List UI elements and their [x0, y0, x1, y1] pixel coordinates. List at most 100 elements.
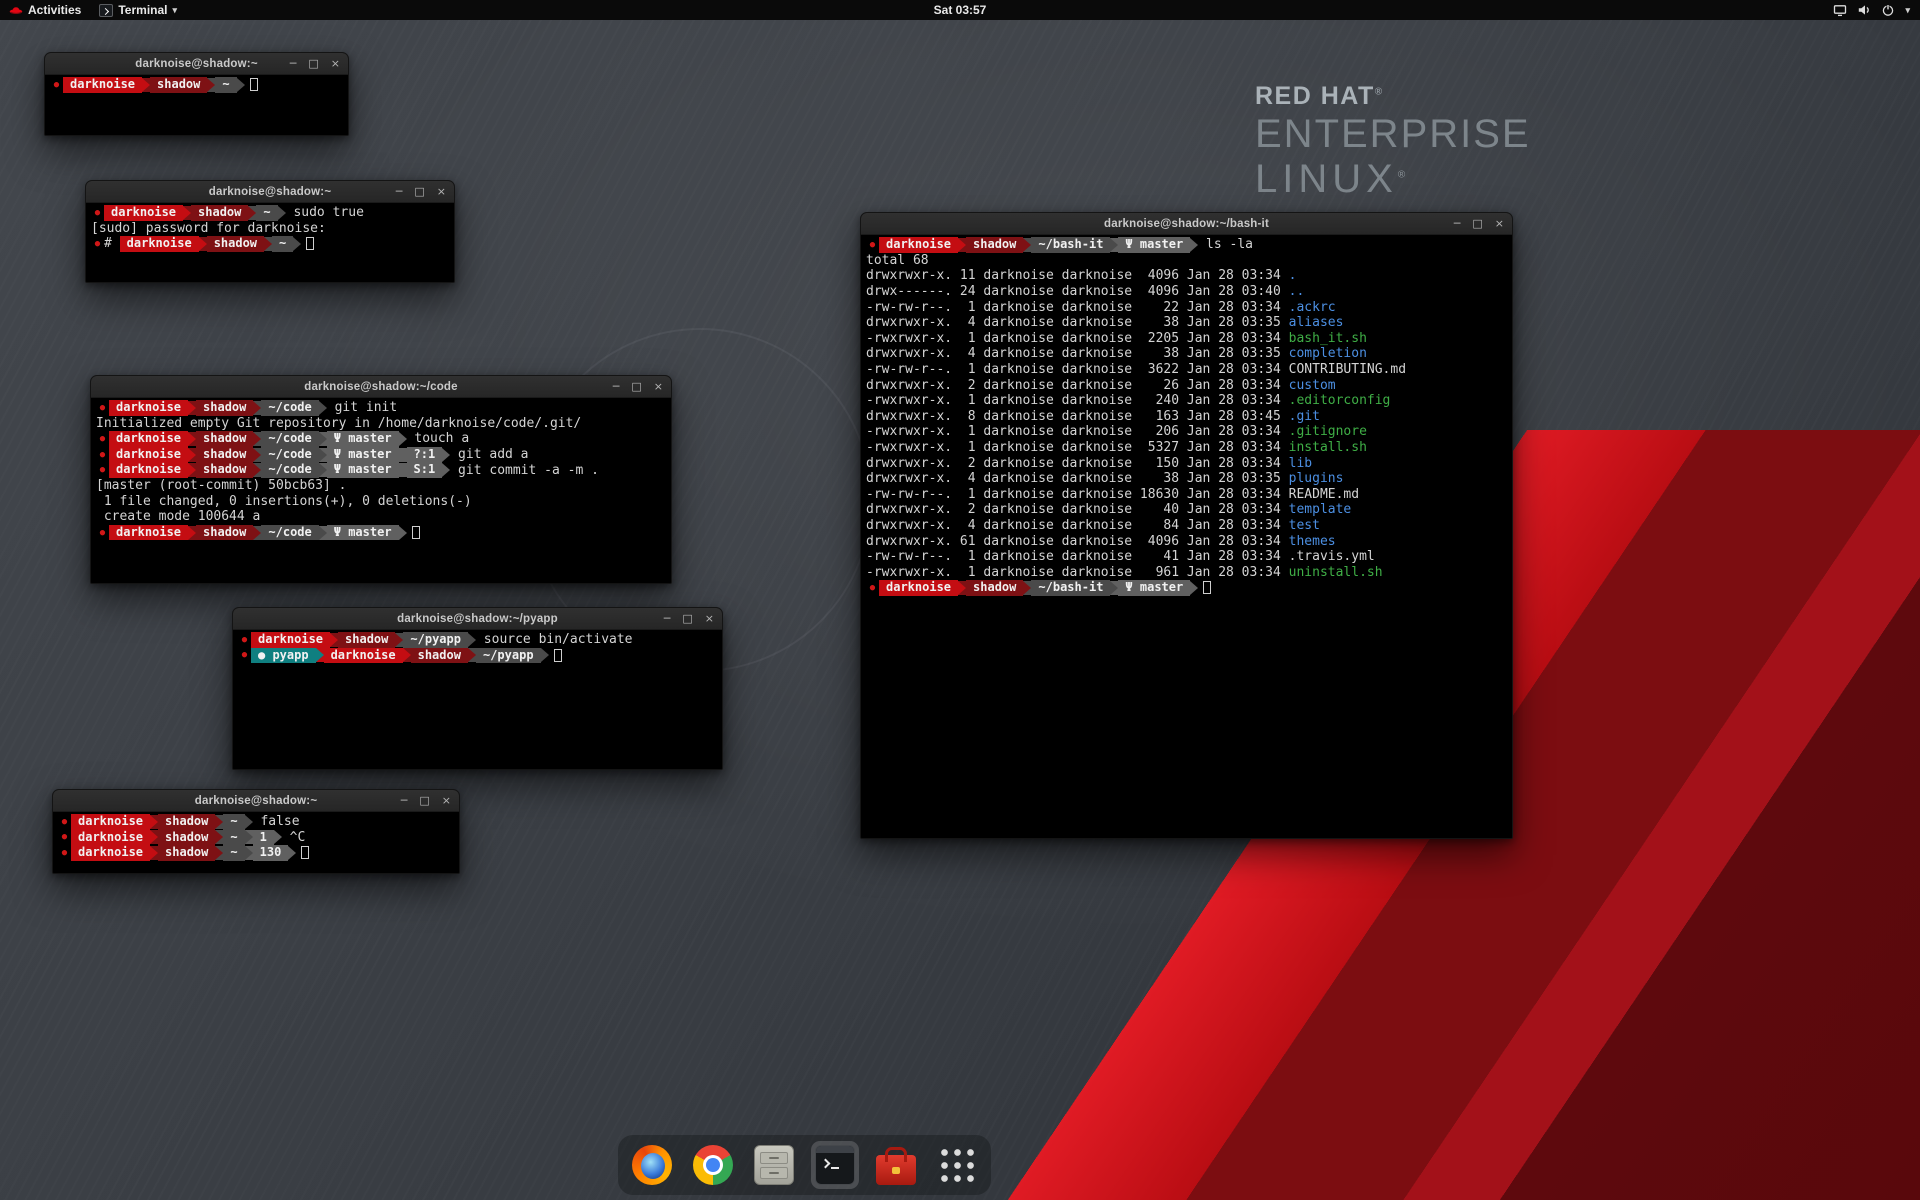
dock-chrome-icon[interactable]: [689, 1141, 737, 1189]
app-menu[interactable]: Terminal ▾: [90, 0, 186, 20]
close-button[interactable]: ×: [654, 381, 663, 392]
display-icon[interactable]: [1833, 3, 1847, 17]
venv-segment: ● pyapp: [251, 648, 316, 664]
chevron-down-icon[interactable]: ▾: [1905, 5, 1910, 16]
terminal-line: ●darknoiseshadow~/codeΨ master?:1 git ad…: [96, 447, 666, 463]
prompt-segment: ~/code: [261, 431, 318, 447]
maximize-button[interactable]: □: [308, 58, 318, 69]
minimize-button[interactable]: ─: [401, 795, 408, 806]
prompt-segment: darknoise: [879, 237, 958, 253]
window-titlebar[interactable]: darknoise@shadow:~ ─ □ ×: [53, 790, 459, 812]
close-button[interactable]: ×: [331, 58, 340, 69]
terminal-cursor: [554, 649, 562, 662]
prompt-segment: darknoise: [109, 431, 188, 447]
power-icon[interactable]: [1881, 3, 1895, 17]
prompt-segment: shadow: [150, 77, 207, 93]
window-titlebar[interactable]: darknoise@shadow:~/code ─ □ ×: [91, 376, 671, 398]
terminal-line: ●darknoiseshadow~/codeΨ master: [96, 525, 666, 541]
powerline-arrow: [319, 448, 327, 462]
volume-icon[interactable]: [1857, 3, 1871, 17]
powerline-arrow: [207, 78, 215, 92]
dock-firefox-icon[interactable]: [628, 1141, 676, 1189]
terminal-body[interactable]: ●darknoiseshadow~: [45, 75, 348, 135]
window-titlebar[interactable]: darknoise@shadow:~ ─ □ ×: [86, 181, 454, 203]
prompt-segment: ~: [272, 236, 293, 252]
prompt-segment: ~: [223, 845, 244, 861]
maximize-button[interactable]: □: [414, 186, 424, 197]
dock-toolbox-icon[interactable]: [872, 1141, 920, 1189]
terminal-body[interactable]: ●darknoiseshadow~/code git initInitializ…: [91, 398, 671, 583]
prompt-segment: shadow: [158, 830, 215, 846]
powerline-arrow: [188, 463, 196, 477]
terminal-text: ..: [1289, 284, 1305, 299]
prompt-segment: shadow: [158, 845, 215, 861]
registered-mark: ®: [1375, 87, 1384, 98]
terminal-text: lib: [1289, 456, 1312, 471]
dock-app-grid-icon[interactable]: [933, 1141, 981, 1189]
minimize-button[interactable]: ─: [613, 381, 620, 392]
terminal-body[interactable]: ●darknoiseshadow~ false●darknoiseshadow~…: [53, 812, 459, 873]
git-branch-segment: Ψ master: [1118, 237, 1190, 253]
prompt-segment: ?:1: [407, 447, 443, 463]
close-button[interactable]: ×: [1495, 218, 1504, 229]
window-titlebar[interactable]: darknoise@shadow:~ ─ □ ×: [45, 53, 348, 75]
maximize-button[interactable]: □: [1472, 218, 1482, 229]
window-titlebar[interactable]: darknoise@shadow:~/pyapp ─ □ ×: [233, 608, 722, 630]
powerline-arrow: [1110, 238, 1118, 252]
prompt-segment: darknoise: [71, 814, 150, 830]
activities-button[interactable]: Activities: [0, 0, 90, 20]
maximize-button[interactable]: □: [419, 795, 429, 806]
prompt-segment: ~: [223, 830, 244, 846]
git-branch-segment: Ψ master: [327, 447, 399, 463]
terminal-line: ●darknoiseshadow~/pyapp source bin/activ…: [238, 632, 717, 648]
git-branch-segment: Ψ master: [1118, 580, 1190, 596]
dock-terminal-icon[interactable]: [811, 1141, 859, 1189]
close-button[interactable]: ×: [705, 613, 714, 624]
terminal-text: -rw-rw-r--. 1 darknoise darknoise 3622 J…: [866, 362, 1289, 377]
terminal-text: themes: [1289, 534, 1336, 549]
terminal-window: darknoise@shadow:~/code ─ □ × ●darknoise…: [90, 375, 672, 584]
powerline-arrow: [541, 648, 549, 662]
powerline-arrow: [248, 206, 256, 220]
minimize-button[interactable]: ─: [664, 613, 671, 624]
minimize-button[interactable]: ─: [396, 186, 403, 197]
powerline-arrow: [215, 846, 223, 860]
prompt-segment: shadow: [196, 431, 253, 447]
distro-icon: ●: [866, 240, 879, 250]
minimize-button[interactable]: ─: [1454, 218, 1461, 229]
terminal-text: template: [1289, 502, 1352, 517]
minimize-button[interactable]: ─: [290, 58, 297, 69]
powerline-arrow: [468, 633, 476, 647]
window-title: darknoise@shadow:~: [209, 186, 332, 198]
registered-mark: ®: [1398, 170, 1410, 181]
terminal-line: create mode 100644 a: [96, 509, 666, 525]
dock-files-icon[interactable]: [750, 1141, 798, 1189]
terminal-body[interactable]: ●darknoiseshadow~/bash-itΨ master ls -la…: [861, 235, 1512, 838]
prompt-segment: ~/code: [261, 447, 318, 463]
window-title: darknoise@shadow:~/bash-it: [1104, 218, 1269, 230]
close-button[interactable]: ×: [442, 795, 451, 806]
terminal-body[interactable]: ●darknoiseshadow~ sudo true[sudo] passwo…: [86, 203, 454, 282]
window-titlebar[interactable]: darknoise@shadow:~/bash-it ─ □ ×: [861, 213, 1512, 235]
close-button[interactable]: ×: [437, 186, 446, 197]
prompt-segment: ~/pyapp: [476, 648, 541, 664]
maximize-button[interactable]: □: [682, 613, 692, 624]
terminal-line: drwxrwxr-x. 61 darknoise darknoise 4096 …: [866, 533, 1507, 549]
app-menu-label: Terminal: [118, 3, 167, 17]
powerline-arrow: [468, 648, 476, 662]
prompt-segment: darknoise: [879, 580, 958, 596]
powerline-arrow: [150, 846, 158, 860]
powerline-arrow: [293, 237, 301, 251]
terminal-text: -rwxrwxr-x. 1 darknoise darknoise 2205 J…: [866, 331, 1289, 346]
terminal-body[interactable]: ●darknoiseshadow~/pyapp source bin/activ…: [233, 630, 722, 769]
maximize-button[interactable]: □: [631, 381, 641, 392]
powerline-arrow: [1110, 581, 1118, 595]
prompt-segment: ~/bash-it: [1031, 237, 1110, 253]
terminal-window: darknoise@shadow:~ ─ □ × ●darknoiseshado…: [52, 789, 460, 874]
prompt-segment: darknoise: [120, 236, 199, 252]
clock[interactable]: Sat 03:57: [934, 3, 987, 17]
terminal-line: -rw-rw-r--. 1 darknoise darknoise 22 Jan…: [866, 299, 1507, 315]
powerline-arrow: [188, 526, 196, 540]
terminal-line: ●darknoiseshadow~/bash-itΨ master ls -la: [866, 237, 1507, 253]
terminal-text: source bin/activate: [476, 632, 633, 647]
